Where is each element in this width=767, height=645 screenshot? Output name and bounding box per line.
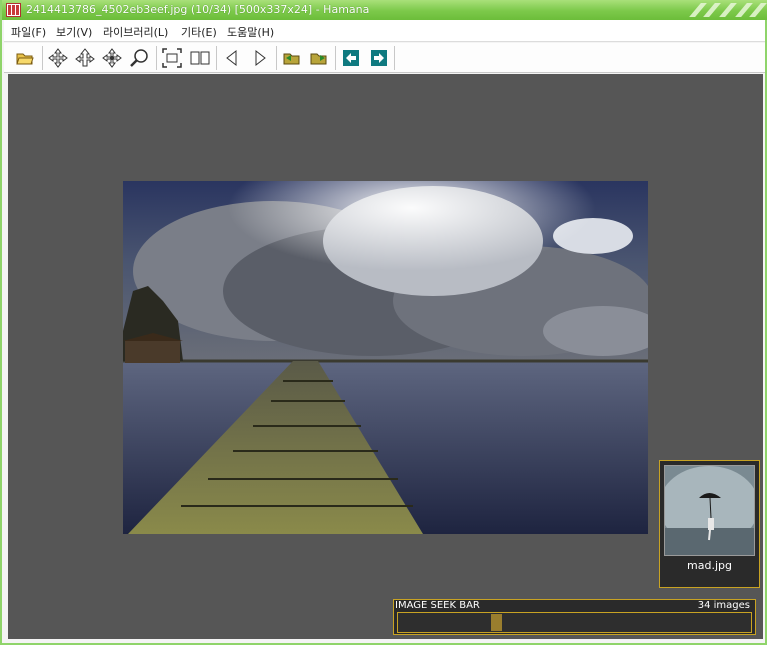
menu-library[interactable]: 라이브러리(L) <box>103 24 168 40</box>
app-window: 2414413786_4502eb3eef.jpg (10/34) [500x3… <box>0 0 767 645</box>
next-image-icon[interactable] <box>368 47 390 69</box>
image-viewport[interactable]: mad.jpg IMAGE SEEK BAR 34 images <box>8 74 763 639</box>
move-icon[interactable] <box>47 47 69 69</box>
title-bar[interactable]: 2414413786_4502eb3eef.jpg (10/34) [500x3… <box>2 0 767 20</box>
seek-bar-title: IMAGE SEEK BAR <box>395 600 480 611</box>
next-icon[interactable] <box>249 47 271 69</box>
menu-view[interactable]: 보기(V) <box>56 24 92 40</box>
seek-bar-thumb[interactable] <box>491 614 502 631</box>
prev-image-icon[interactable] <box>340 47 362 69</box>
prev-folder-icon[interactable] <box>281 47 303 69</box>
dual-page-icon[interactable] <box>189 47 211 69</box>
seek-bar-track[interactable] <box>397 612 752 633</box>
app-icon[interactable] <box>6 3 21 17</box>
main-image[interactable] <box>123 181 648 534</box>
fit-screen-icon[interactable] <box>161 47 183 69</box>
toolbar <box>4 43 765 73</box>
title-decoration-icon <box>689 3 767 17</box>
menu-help[interactable]: 도움말(H) <box>227 24 274 40</box>
window-title: 2414413786_4502eb3eef.jpg (10/34) [500x3… <box>26 3 370 16</box>
prev-icon[interactable] <box>221 47 243 69</box>
next-folder-icon[interactable] <box>308 47 330 69</box>
thumbnail-image[interactable] <box>664 465 755 556</box>
menu-bar: 파일(F) 보기(V) 라이브러리(L) 기타(E) 도움말(H) <box>4 20 765 42</box>
seek-bar-count: 34 images <box>697 600 750 611</box>
zoom-icon[interactable] <box>128 47 150 69</box>
thumbnail-panel[interactable]: mad.jpg <box>659 460 760 588</box>
menu-etc[interactable]: 기타(E) <box>181 24 217 40</box>
menu-file[interactable]: 파일(F) <box>11 24 46 40</box>
thumbnail-label: mad.jpg <box>687 559 732 572</box>
rotate-icon[interactable] <box>74 47 96 69</box>
pan-icon[interactable] <box>101 47 123 69</box>
open-folder-icon[interactable] <box>14 47 36 69</box>
seek-bar-panel: IMAGE SEEK BAR 34 images <box>393 599 756 635</box>
